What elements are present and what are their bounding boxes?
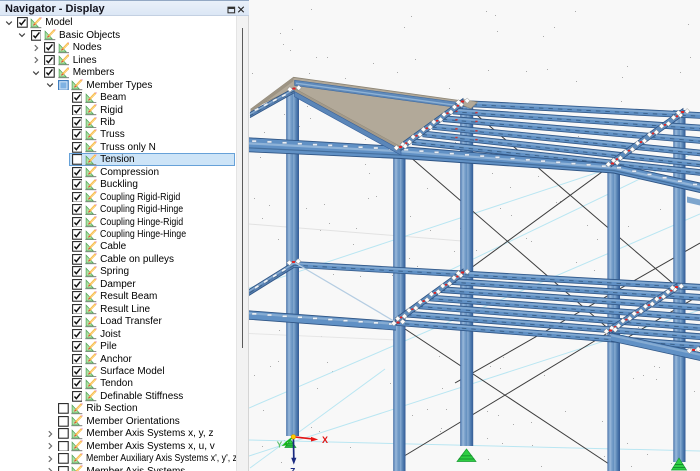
svg-text:X: X	[322, 435, 328, 445]
svg-text:Z: Z	[290, 466, 295, 471]
svg-text:Y: Y	[277, 440, 283, 450]
